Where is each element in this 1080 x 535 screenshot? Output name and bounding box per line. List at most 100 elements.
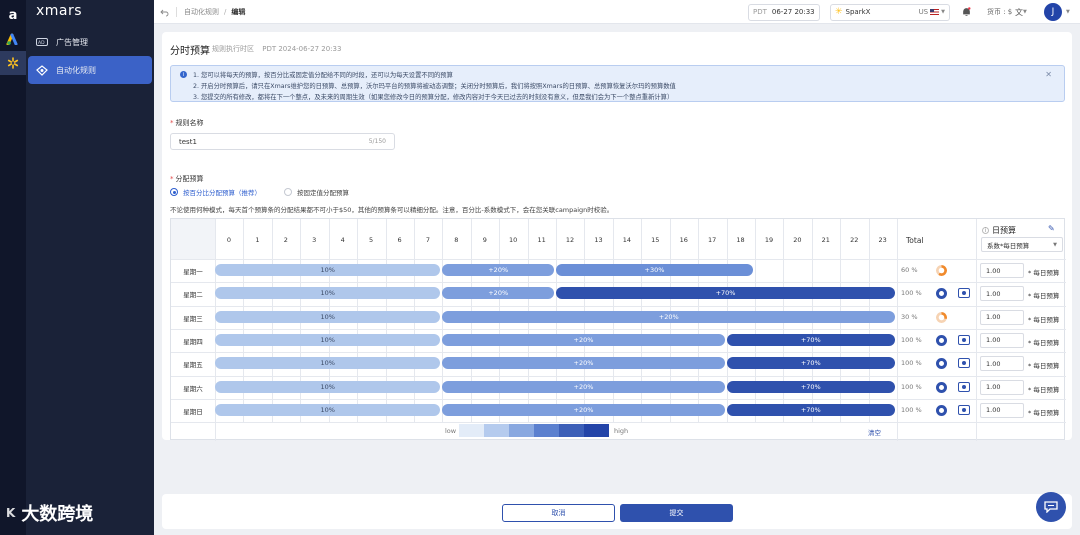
radio-fixed[interactable]: 按固定值分配预算 [284,187,349,197]
chat-support-icon[interactable] [1036,492,1066,522]
sidebar-item-label: 广告管理 [56,37,88,47]
complete-ring-icon [936,381,947,393]
budget-segment[interactable]: +20% [442,357,725,370]
complete-ring-icon [936,288,947,300]
budget-segment[interactable]: 10% [215,357,441,370]
hour-label: 4 [340,236,345,244]
footer-bar: 取消 提交 [162,494,1072,529]
bell-icon[interactable] [962,0,971,24]
close-icon[interactable]: ✕ [1045,70,1052,79]
daily-budget-suffix: * 每日预算 [1028,269,1060,277]
daily-budget-input[interactable]: 1.00 [980,263,1024,278]
language-icon[interactable]: 文 ▼ [1015,0,1027,24]
avatar-chevron-icon[interactable]: ▼ [1066,0,1070,24]
breadcrumb-parent[interactable]: 自动化规则 [184,7,219,17]
budget-segment[interactable]: +70% [556,287,896,300]
market-account: ✳ SparkX [835,7,870,17]
budget-segment[interactable]: 10% [215,310,441,323]
daily-budget-input[interactable]: 1.00 [980,309,1024,325]
budget-segment[interactable]: +20% [442,333,725,346]
sidebar-item-ads[interactable]: AD 广告管理 [28,28,152,56]
daily-budget-input[interactable]: 1.00 [980,402,1024,418]
budget-segment[interactable]: +20% [442,264,555,276]
google-ads-icon[interactable] [0,27,26,51]
preview-icon[interactable] [958,358,970,369]
divider [171,422,1066,424]
budget-segment[interactable]: 10% [215,287,441,300]
clock-time: 06-27 20:33 [771,8,815,16]
timezone-note-label: 规则执行时区 [212,45,254,53]
daily-budget-suffix: * 每日预算 [1028,338,1060,347]
budget-segment[interactable]: +70% [726,357,896,370]
divider [171,259,1066,260]
submit-button[interactable]: 提交 [620,504,733,522]
budget-segment[interactable]: 10% [215,333,441,346]
daily-budget-suffix: * 每日预算 [1028,408,1060,417]
preview-icon[interactable] [958,288,970,299]
budget-segment[interactable]: +70% [726,380,896,393]
required-mark: * [170,119,174,127]
clear-link[interactable]: 清空 [868,427,881,437]
total-percent: 30 % [901,312,918,321]
budget-segment[interactable]: 10% [215,380,441,393]
daily-budget-suffix: * 每日预算 [1028,362,1060,371]
sidebar-item-label: 自动化规则 [56,65,96,75]
hour-label: 11 [537,236,546,244]
avatar[interactable]: J [1044,3,1062,21]
breadcrumb: 自动化规则 / 编辑 [184,0,245,24]
budget-segment[interactable]: 10% [215,264,441,276]
char-counter: 5/150 [368,138,386,145]
daily-budget-input[interactable]: 1.00 [980,379,1024,395]
budget-segment[interactable]: +20% [442,380,725,393]
budget-segment[interactable]: 10% [215,403,441,416]
budget-segment[interactable]: +30% [556,264,753,276]
preview-icon[interactable] [958,381,970,392]
hour-label: 21 [821,236,830,244]
budget-segment[interactable]: +20% [442,403,725,416]
hour-label: 1 [255,236,260,244]
day-label: 星期二 [183,291,203,300]
budget-segment[interactable]: +70% [726,333,896,346]
legend-low-label: low [445,427,457,435]
total-percent: 100 % [901,382,922,391]
notice-line-3: 3. 您提交的所有修改，都将在下一个整点，及未来的周期生效（如果您修改今日的预算… [193,94,674,101]
hour-label: 6 [397,236,402,244]
divider [171,352,1066,354]
cancel-button[interactable]: 取消 [502,504,615,522]
divider [171,328,1066,330]
legend-swatch [484,424,509,437]
legend-high-label: high [614,427,629,435]
budget-mode-select[interactable]: 系数*每日预算 ▼ [981,237,1063,252]
total-percent: 100 % [901,405,922,414]
progress-ring-icon [936,265,947,276]
back-icon[interactable] [160,0,169,24]
timezone-clock: PDT 06-27 20:33 [748,3,820,21]
budget-segment[interactable]: +20% [442,287,555,300]
complete-ring-icon [936,334,947,346]
budget-segment[interactable]: +70% [726,403,896,416]
sidebar-item-automation[interactable]: 自动化规则 [28,56,152,84]
walmart-spark-icon[interactable] [0,51,26,75]
hour-label: 5 [369,236,374,244]
market-name: SparkX [845,8,871,16]
rule-editor-card: 分时预算 规则执行时区 PDT 2024-06-27 20:33 i 1. 您可… [162,32,1072,441]
radio-dot-checked [170,188,178,196]
legend-swatch [459,424,484,437]
corner-cell [171,219,215,259]
market-selector[interactable]: ✳ SparkX US ▼ [830,3,950,21]
rule-name-input[interactable]: test1 5/150 [170,133,395,150]
edit-icon[interactable]: ✎ [1048,224,1055,233]
daily-budget-input[interactable]: 1.00 [980,332,1024,348]
preview-icon[interactable] [958,404,970,415]
daily-budget-input[interactable]: 1.00 [980,286,1024,302]
hour-label: 3 [312,236,317,244]
preview-icon[interactable] [958,334,970,345]
day-label: 星期四 [183,337,203,346]
daily-budget-input[interactable]: 1.00 [980,356,1024,372]
legend-swatch [534,424,559,437]
budget-segment[interactable]: +20% [442,310,896,323]
radio-percent-label: 按百分比分配预算（推荐） [183,189,261,197]
amazon-logo-icon[interactable]: a [0,3,26,27]
market-region-group: US ▼ [919,8,945,16]
radio-percent[interactable]: 按百分比分配预算（推荐） [170,187,261,197]
